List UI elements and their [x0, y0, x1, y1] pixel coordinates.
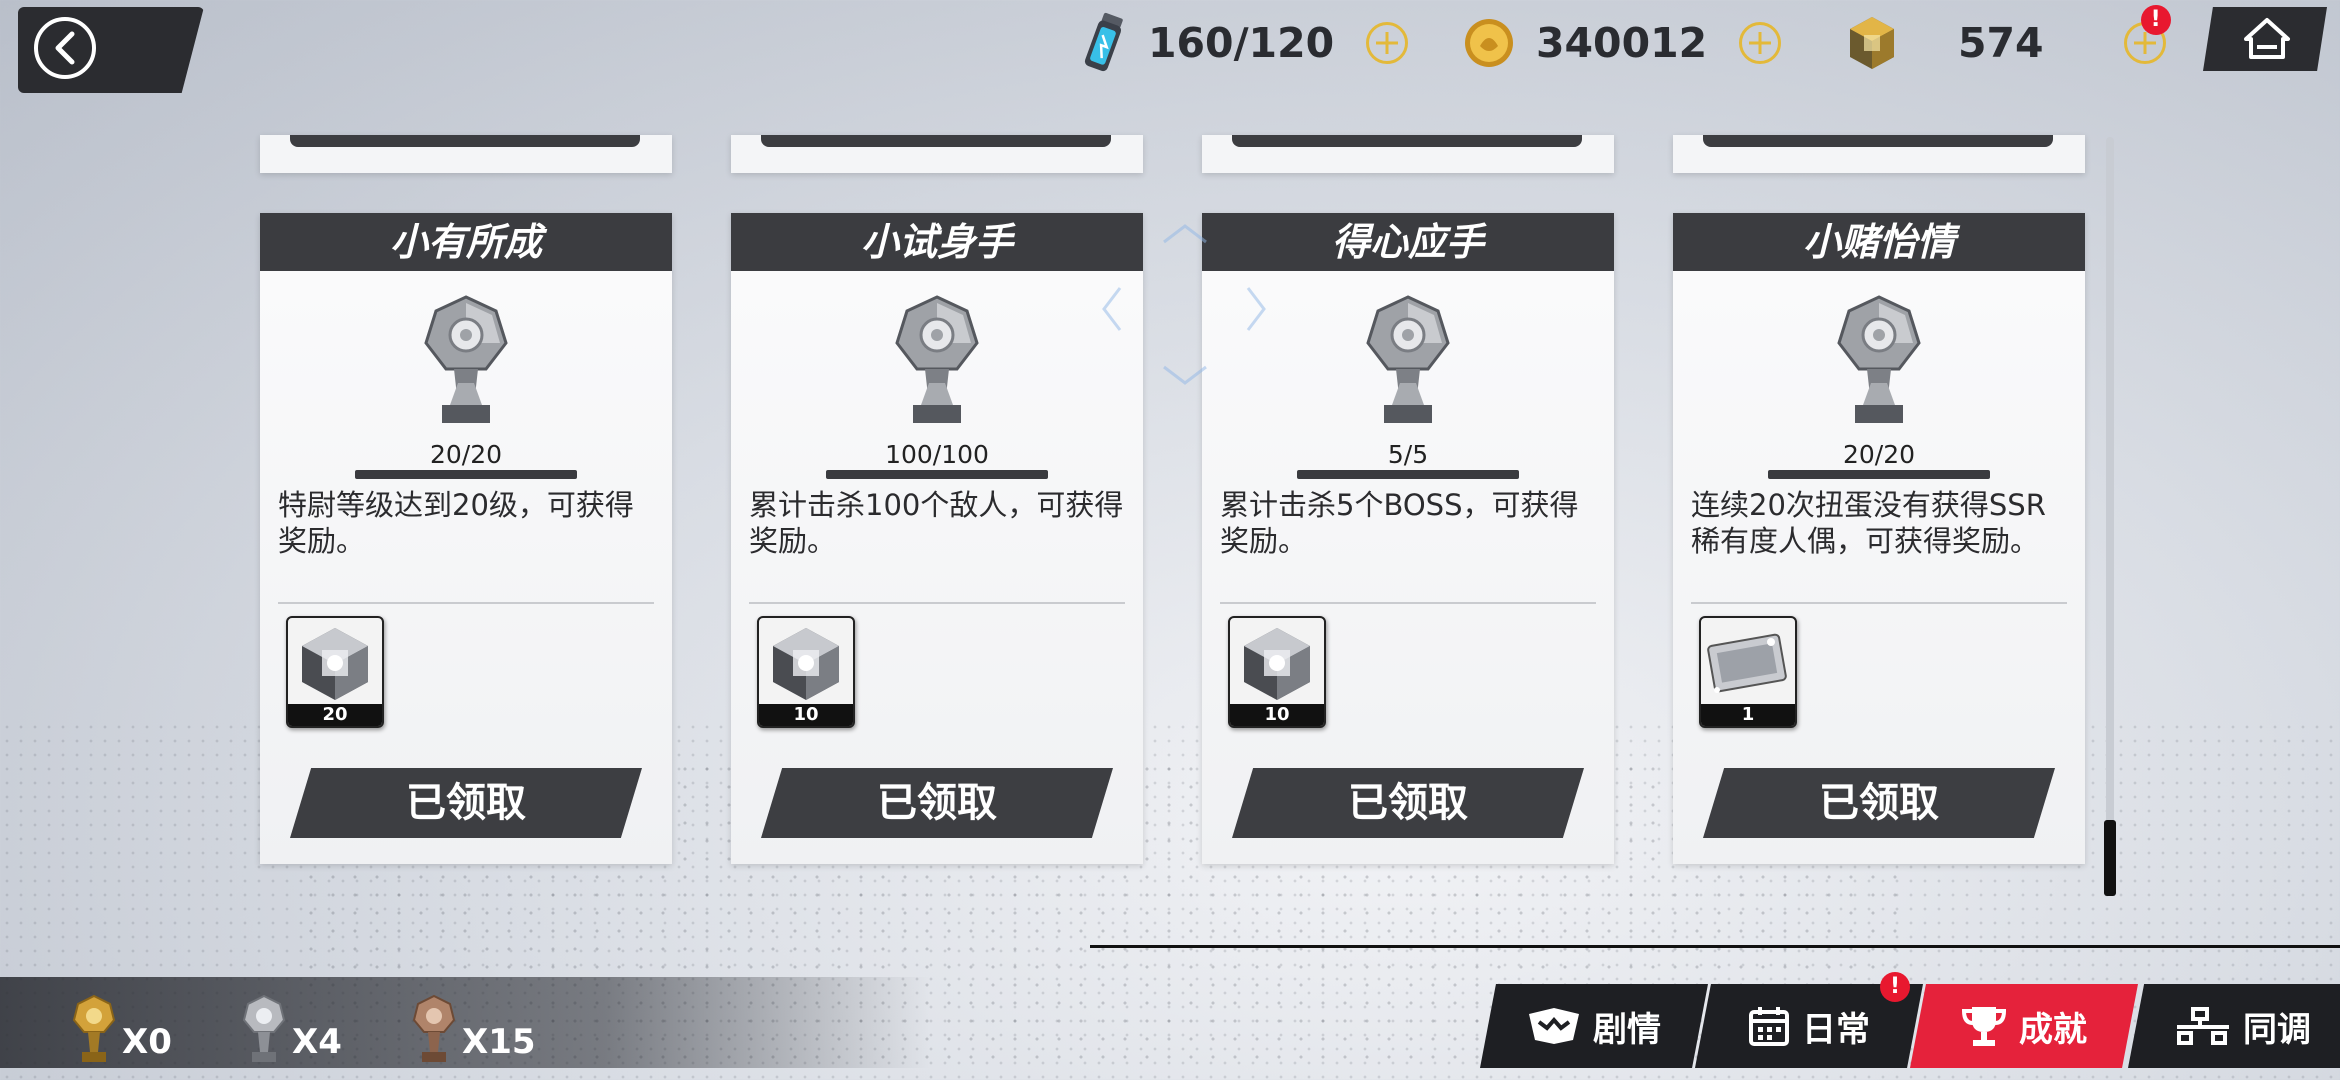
progress-bar: [1297, 470, 1519, 479]
gold-trophy-label: X0: [122, 1022, 172, 1062]
achievement-title: 小有所成: [260, 213, 672, 271]
tab-sync[interactable]: 同调: [2128, 984, 2340, 1068]
energy-vial-icon: [1084, 12, 1123, 72]
achievement-title: 小试身手: [731, 213, 1143, 271]
home-button[interactable]: [2203, 7, 2327, 71]
achievement-progress: 20/20: [1842, 440, 1916, 469]
chevron-down-icon: [1163, 365, 1207, 385]
silver-trophy-icon: [1837, 295, 1921, 423]
calendar-icon: [1749, 1007, 1789, 1046]
reward-count: 1: [1701, 704, 1795, 726]
claimed-button[interactable]: 已领取: [761, 768, 1113, 838]
resource-stamina: 160/120: [1080, 8, 1409, 78]
progress-bar: [355, 470, 577, 479]
crystal-cube-icon: [759, 620, 853, 712]
add-crystals-button[interactable]: !: [2123, 5, 2171, 64]
coins-value: 340012: [1536, 19, 1708, 67]
achievement-card: 小赌怡情 20/20 连续20次扭蛋没有获得SSR稀有度人偶，可获得奖励。 1 已领取: [1673, 213, 2085, 864]
scrollbar-track[interactable]: [2106, 137, 2114, 895]
resource-crystals: 574 !: [1842, 5, 2171, 78]
achievement-description: 连续20次扭蛋没有获得SSR稀有度人偶，可获得奖励。: [1691, 488, 2046, 558]
tab-story[interactable]: 剧情: [1480, 984, 1708, 1068]
achievement-progress: 5/5: [1387, 440, 1429, 469]
bronze-trophy-label: X15: [462, 1022, 536, 1062]
progress-bar: [826, 470, 1048, 479]
card-divider: [749, 602, 1125, 604]
tab-daily-label: 日常: [1802, 1009, 1870, 1050]
achievement-description: 累计击杀100个敌人，可获得奖励。: [749, 488, 1124, 558]
silver-trophy-icon: [242, 994, 286, 1062]
add-stamina-button[interactable]: [1366, 22, 1409, 64]
back-arrow-icon: [34, 17, 96, 79]
trophy-summary: X0 X4 X15: [0, 977, 930, 1068]
sync-icon: [2177, 1007, 2229, 1045]
achievement-description: 累计击杀5个BOSS，可获得奖励。: [1220, 488, 1579, 558]
home-icon: [2244, 18, 2290, 59]
card-divider: [1220, 602, 1596, 604]
chevron-up-icon: [1163, 224, 1207, 244]
silver-trophy-label: X4: [292, 1022, 342, 1062]
reward-item[interactable]: 1: [1699, 616, 1797, 728]
resource-coins: 340012: [1462, 8, 1782, 78]
tab-achievements-label: 成就: [2019, 1009, 2087, 1050]
reward-item[interactable]: 20: [286, 616, 384, 728]
story-mask-icon: [1529, 1008, 1579, 1044]
achievement-title: 小赌怡情: [1673, 213, 2085, 271]
tab-sync-label: 同调: [2243, 1009, 2311, 1050]
previous-card-bottom: [260, 135, 672, 173]
achievement-card: 小有所成 20/20 特尉等级达到20级，可获得奖励。 20 已领取: [260, 213, 672, 864]
tab-achievements[interactable]: 成就: [1910, 984, 2138, 1068]
back-button[interactable]: [18, 7, 204, 93]
previous-card-bottom: [731, 135, 1143, 173]
reward-item[interactable]: 10: [757, 616, 855, 728]
bronze-trophy-count: X15: [412, 977, 536, 1068]
previous-card-bottom: [1202, 135, 1614, 173]
silver-trophy-icon: [1366, 295, 1450, 423]
divider-line: [1090, 945, 2340, 948]
tab-story-label: 剧情: [1593, 1009, 1661, 1050]
progress-bar: [1768, 470, 1990, 479]
achievement-title: 得心应手: [1202, 213, 1614, 271]
silver-trophy-icon: [424, 295, 508, 423]
achievement-description: 特尉等级达到20级，可获得奖励。: [278, 488, 634, 558]
silver-trophy-icon: [895, 295, 979, 423]
daily-notification-badge: !: [1880, 972, 1910, 1002]
add-coins-button[interactable]: [1739, 22, 1782, 64]
notification-badge: !: [2140, 5, 2171, 35]
reward-count: 20: [288, 704, 382, 726]
trophy-icon: [1961, 1007, 2007, 1046]
card-divider: [1691, 602, 2067, 604]
achievement-progress: 20/20: [429, 440, 503, 469]
achievement-progress: 100/100: [885, 440, 989, 469]
crystal-cube-icon: [288, 620, 382, 712]
silver-trophy-count: X4: [242, 977, 342, 1068]
reward-item[interactable]: 10: [1228, 616, 1326, 728]
achievement-card: 小试身手 100/100 累计击杀100个敌人，可获得奖励。 10 已领取: [731, 213, 1143, 864]
claimed-button[interactable]: 已领取: [1232, 768, 1584, 838]
reward-count: 10: [759, 704, 853, 726]
gold-trophy-count: X0: [72, 977, 172, 1068]
bronze-trophy-icon: [412, 994, 456, 1062]
gold-trophy-icon: [72, 994, 116, 1062]
claimed-button[interactable]: 已领取: [290, 768, 642, 838]
scrollbar-thumb[interactable]: [2104, 820, 2116, 896]
previous-card-bottom: [1673, 135, 2085, 173]
gold-coin-icon: [1465, 19, 1513, 67]
crystals-value: 574: [1958, 19, 2044, 67]
claimed-button[interactable]: 已领取: [1703, 768, 2055, 838]
crystal-cube-icon: [1850, 17, 1894, 69]
crystal-cube-icon: [1230, 620, 1324, 712]
chevron-right-icon: [1246, 287, 1266, 331]
chevron-left-icon: [1102, 287, 1122, 331]
card-divider: [278, 602, 654, 604]
reward-count: 10: [1230, 704, 1324, 726]
ticket-card-icon: [1701, 620, 1795, 712]
stamina-value: 160/120: [1148, 19, 1335, 67]
